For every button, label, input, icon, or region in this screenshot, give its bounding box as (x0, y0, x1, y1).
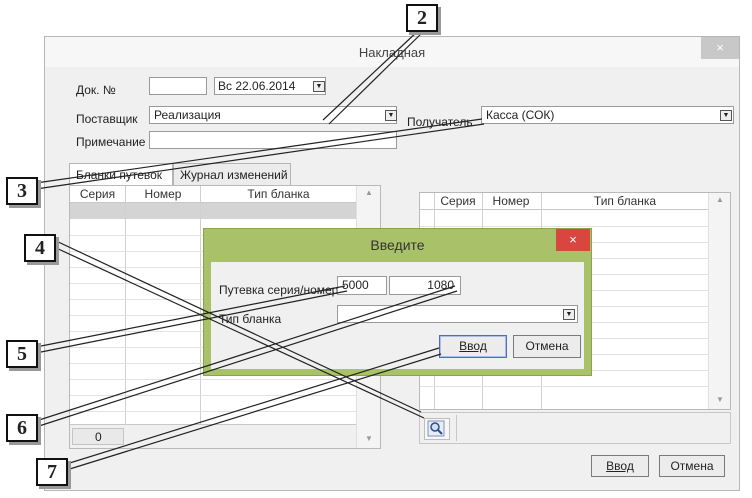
callout-3: 3 (6, 177, 38, 205)
callout-6: 6 (6, 414, 38, 442)
callout-7: 7 (36, 458, 68, 486)
callout-leader-lines (35, 29, 485, 473)
callout-5: 5 (6, 340, 38, 368)
callout-4: 4 (24, 234, 56, 262)
callout-2: 2 (406, 4, 438, 32)
